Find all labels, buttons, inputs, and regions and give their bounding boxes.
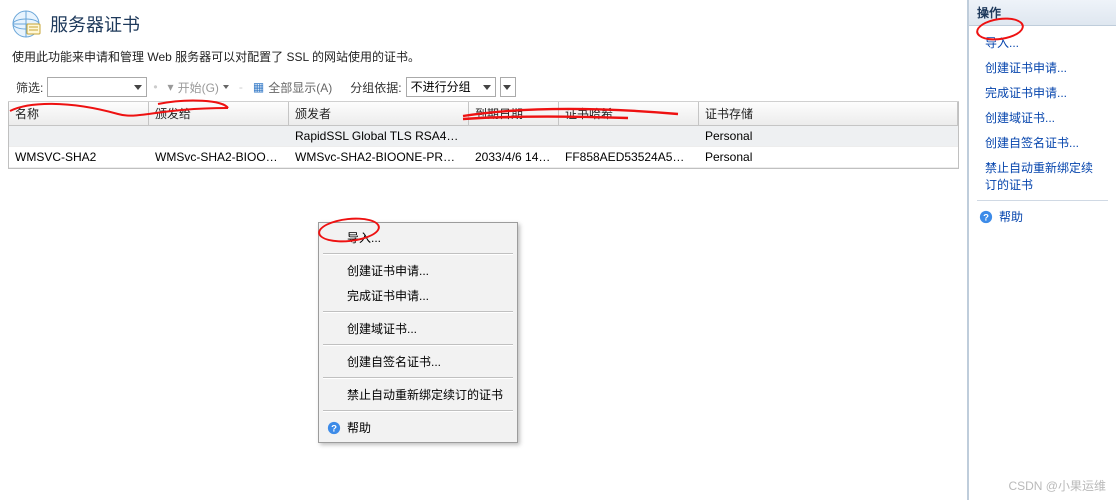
ctx-disable-rebind[interactable]: 禁止自动重新绑定续订的证书 <box>321 382 515 407</box>
groupby-select[interactable]: 不进行分组 <box>406 77 496 97</box>
page-title: 服务器证书 <box>50 11 140 37</box>
page-description: 使用此功能来申请和管理 Web 服务器可以对配置了 SSL 的网站使用的证书。 <box>0 44 967 75</box>
ctx-complete-request[interactable]: 完成证书申请... <box>321 283 515 308</box>
context-menu: 导入... 创建证书申请... 完成证书申请... 创建域证书... 创建自签名… <box>318 222 518 443</box>
cert-grid: 名称 颁发给 颁发者 到期日期 证书哈希 证书存储 RapidSSL Globa… <box>8 102 959 169</box>
filter-select[interactable] <box>47 77 147 97</box>
col-expiry[interactable]: 到期日期 <box>469 102 559 125</box>
help-icon: ? <box>979 210 993 224</box>
col-hash[interactable]: 证书哈希 <box>559 102 699 125</box>
watermark: CSDN @小果运维 <box>1008 477 1106 494</box>
ctx-create-domain[interactable]: 创建域证书... <box>321 316 515 341</box>
server-cert-icon <box>10 8 42 40</box>
ctx-create-request[interactable]: 创建证书申请... <box>321 258 515 283</box>
svg-text:?: ? <box>983 212 989 223</box>
ctx-create-selfsigned[interactable]: 创建自签名证书... <box>321 349 515 374</box>
groupby-extra[interactable] <box>500 77 516 97</box>
col-issued[interactable]: 颁发给 <box>149 102 289 125</box>
toolbar: 筛选: • ▾ 开始(G) - ▦ 全部显示(A) 分组依据: 不进行分组 <box>8 75 959 102</box>
action-create-domain[interactable]: 创建域证书... <box>971 105 1114 130</box>
action-create-selfsigned[interactable]: 创建自签名证书... <box>971 130 1114 155</box>
action-disable-rebind[interactable]: 禁止自动重新绑定续订的证书 <box>971 155 1114 197</box>
svg-text:?: ? <box>331 423 337 434</box>
action-help[interactable]: ? 帮助 <box>971 204 1114 229</box>
start-icon: ▾ <box>168 80 174 94</box>
grid-header: 名称 颁发给 颁发者 到期日期 证书哈希 证书存储 <box>9 102 958 126</box>
action-create-request[interactable]: 创建证书申请... <box>971 55 1114 80</box>
col-name[interactable]: 名称 <box>9 102 149 125</box>
show-all-icon: ▦ <box>253 80 264 94</box>
col-store[interactable]: 证书存储 <box>699 102 958 125</box>
table-row[interactable]: WMSVC-SHA2 WMSvc-SHA2-BIOONE-PR... WMSvc… <box>9 147 958 168</box>
action-import[interactable]: 导入... <box>971 30 1114 55</box>
actions-pane: 操作 导入... 创建证书申请... 完成证书申请... 创建域证书... 创建… <box>968 0 1116 500</box>
start-button[interactable]: ▾ 开始(G) <box>164 77 233 97</box>
col-issuer[interactable]: 颁发者 <box>289 102 469 125</box>
table-row[interactable]: RapidSSL Global TLS RSA4096 SHA... Perso… <box>9 126 958 147</box>
actions-header: 操作 <box>969 0 1116 26</box>
groupby-label: 分组依据: <box>350 79 401 96</box>
ctx-import[interactable]: 导入... <box>321 225 515 250</box>
action-complete-request[interactable]: 完成证书申请... <box>971 80 1114 105</box>
ctx-help[interactable]: ? 帮助 <box>321 415 515 440</box>
help-icon: ? <box>327 421 341 435</box>
show-all-button[interactable]: ▦ 全部显示(A) <box>249 77 336 97</box>
filter-label: 筛选: <box>16 79 43 96</box>
